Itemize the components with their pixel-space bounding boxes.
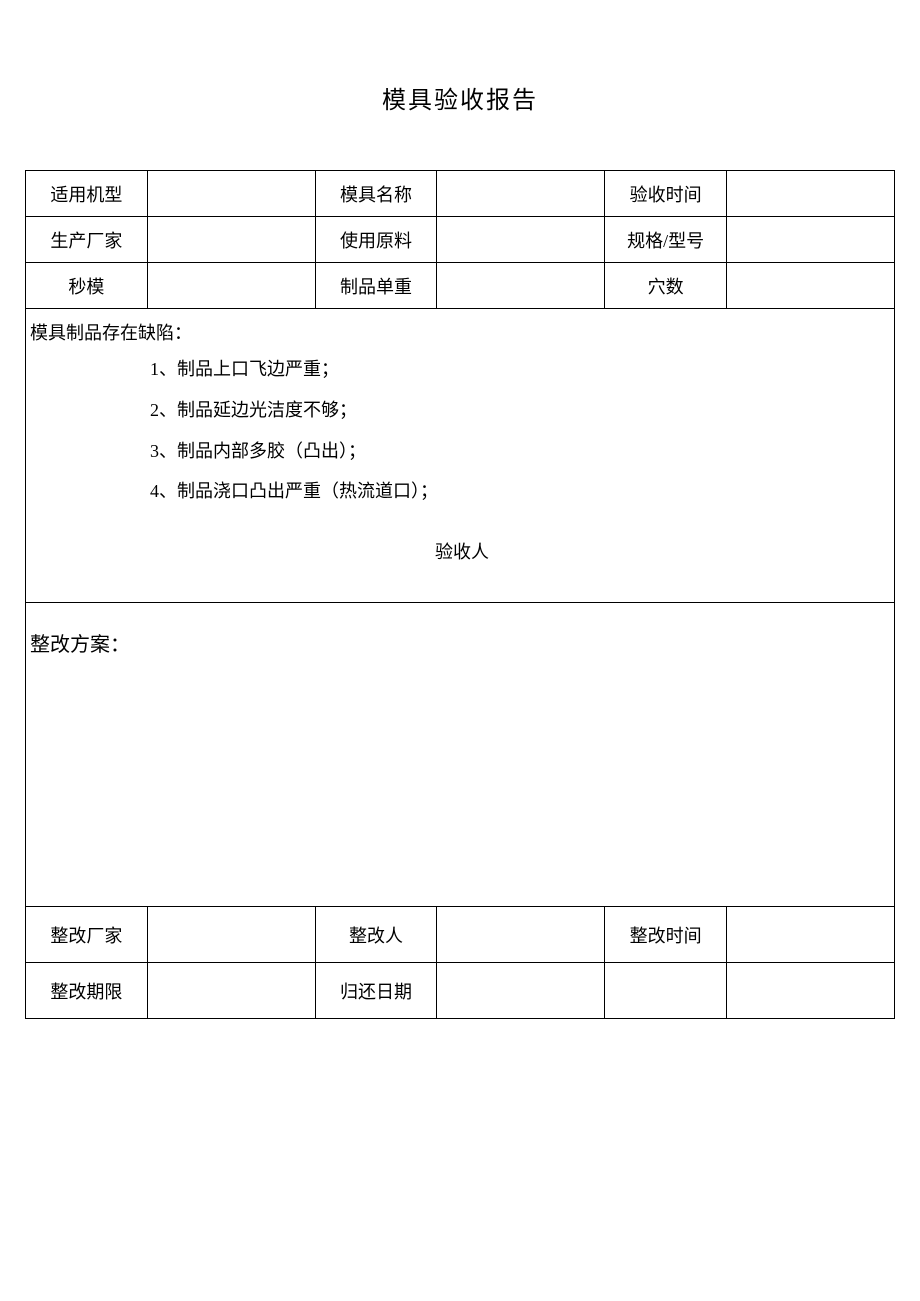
label-material: 使用原料 <box>315 217 437 263</box>
value-material <box>437 217 605 263</box>
defects-heading: 模具制品存在缺陷： <box>30 319 894 345</box>
footer-row-1: 整改厂家 整改人 整改时间 <box>26 907 895 963</box>
label-machine-type: 适用机型 <box>26 171 148 217</box>
label-rect-manufacturer: 整改厂家 <box>26 907 148 963</box>
document-title: 模具验收报告 <box>25 80 895 115</box>
label-spec-model: 规格/型号 <box>605 217 727 263</box>
label-cavity-count: 穴数 <box>605 263 727 309</box>
label-empty <box>605 963 727 1019</box>
footer-row-2: 整改期限 归还日期 <box>26 963 895 1019</box>
label-rect-time: 整改时间 <box>605 907 727 963</box>
value-return-date <box>437 963 605 1019</box>
label-mold-name: 模具名称 <box>315 171 437 217</box>
label-return-date: 归还日期 <box>315 963 437 1019</box>
value-cycle-time <box>147 263 315 309</box>
defect-item-3: 3、制品内部多胶（凸出）； <box>150 437 894 466</box>
defects-cell: 模具制品存在缺陷： 1、制品上口飞边严重； 2、制品延边光洁度不够； 3、制品内… <box>26 309 895 603</box>
header-row-2: 生产厂家 使用原料 规格/型号 <box>26 217 895 263</box>
value-rect-person <box>437 907 605 963</box>
value-unit-weight <box>437 263 605 309</box>
value-rect-time <box>726 907 894 963</box>
defect-item-2: 2、制品延边光洁度不够； <box>150 396 894 425</box>
value-rect-deadline <box>147 963 315 1019</box>
value-spec-model <box>726 217 894 263</box>
label-rect-person: 整改人 <box>315 907 437 963</box>
label-acceptance-time: 验收时间 <box>605 171 727 217</box>
label-cycle-time: 秒模 <box>26 263 148 309</box>
value-mold-name <box>437 171 605 217</box>
value-cavity-count <box>726 263 894 309</box>
label-unit-weight: 制品单重 <box>315 263 437 309</box>
label-rect-deadline: 整改期限 <box>26 963 148 1019</box>
value-machine-type <box>147 171 315 217</box>
defect-item-4: 4、制品浇口凸出严重（热流道口）； <box>150 477 894 506</box>
header-row-3: 秒模 制品单重 穴数 <box>26 263 895 309</box>
rectification-row: 整改方案： <box>26 603 895 907</box>
label-manufacturer: 生产厂家 <box>26 217 148 263</box>
inspector-label: 验收人 <box>30 538 894 564</box>
defect-item-1: 1、制品上口飞边严重； <box>150 355 894 384</box>
rectification-cell: 整改方案： <box>26 603 895 907</box>
header-row-1: 适用机型 模具名称 验收时间 <box>26 171 895 217</box>
value-manufacturer <box>147 217 315 263</box>
value-rect-manufacturer <box>147 907 315 963</box>
report-table: 适用机型 模具名称 验收时间 生产厂家 使用原料 规格/型号 秒模 制品单重 穴… <box>25 170 895 1019</box>
value-empty <box>726 963 894 1019</box>
rectification-heading: 整改方案： <box>30 628 894 657</box>
defects-row: 模具制品存在缺陷： 1、制品上口飞边严重； 2、制品延边光洁度不够； 3、制品内… <box>26 309 895 603</box>
value-acceptance-time <box>726 171 894 217</box>
